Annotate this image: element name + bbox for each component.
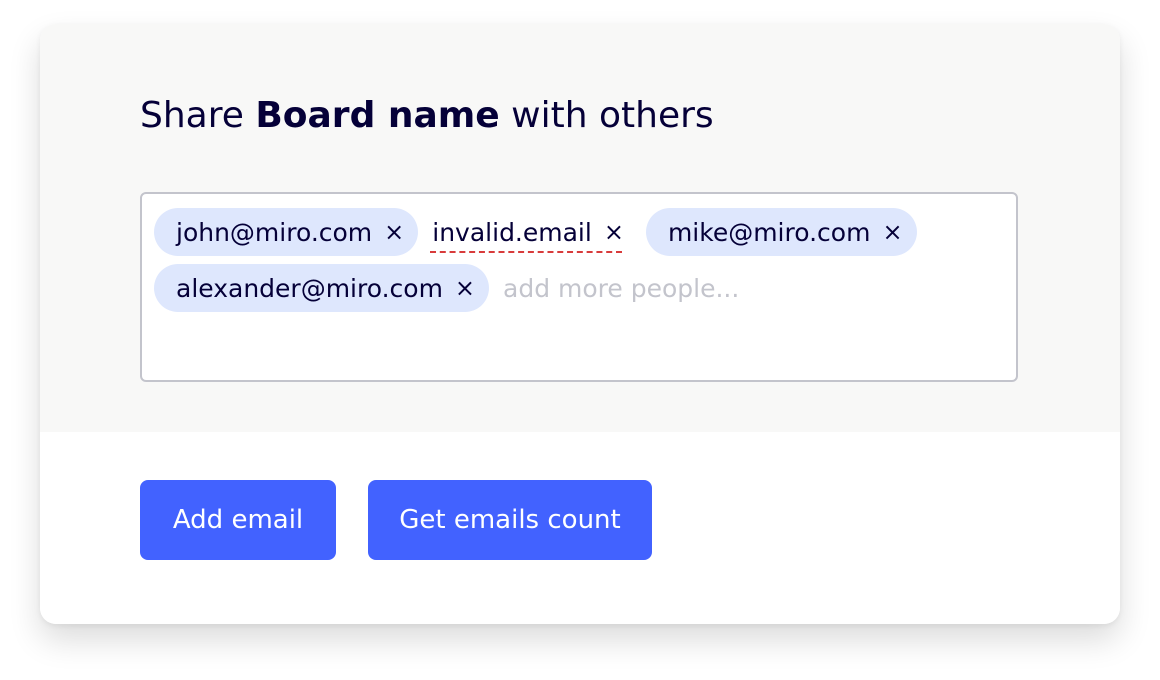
add-email-button[interactable]: Add email xyxy=(140,480,336,560)
remove-email-icon[interactable]: × xyxy=(455,276,475,300)
title-prefix: Share xyxy=(140,95,244,136)
dialog-title: Share Board name with others xyxy=(140,92,714,140)
get-emails-count-button[interactable]: Get emails count xyxy=(368,480,652,560)
email-chip: alexander@miro.com × xyxy=(154,264,490,312)
email-chip-list: john@miro.com × invalid.email × mike@mir… xyxy=(154,208,1004,312)
email-chip-label: john@miro.com xyxy=(176,217,373,247)
email-chip-label: mike@miro.com xyxy=(667,217,871,247)
board-name: Board name xyxy=(255,95,500,136)
remove-email-icon[interactable]: × xyxy=(604,220,624,244)
remove-email-icon[interactable]: × xyxy=(882,220,902,244)
emails-input-box[interactable]: john@miro.com × invalid.email × mike@mir… xyxy=(140,192,1018,382)
email-chip-invalid: invalid.email × xyxy=(426,208,638,256)
email-chip-label: alexander@miro.com xyxy=(176,273,443,303)
share-panel: Share Board name with others john@miro.c… xyxy=(40,24,1120,432)
email-chip: john@miro.com × xyxy=(154,208,419,256)
add-people-input[interactable] xyxy=(497,264,834,312)
share-dialog: Share Board name with others john@miro.c… xyxy=(40,24,1120,624)
title-suffix: with others xyxy=(511,95,714,136)
email-chip: mike@miro.com × xyxy=(645,208,917,256)
remove-email-icon[interactable]: × xyxy=(384,220,404,244)
email-chip-label: invalid.email xyxy=(432,217,592,247)
